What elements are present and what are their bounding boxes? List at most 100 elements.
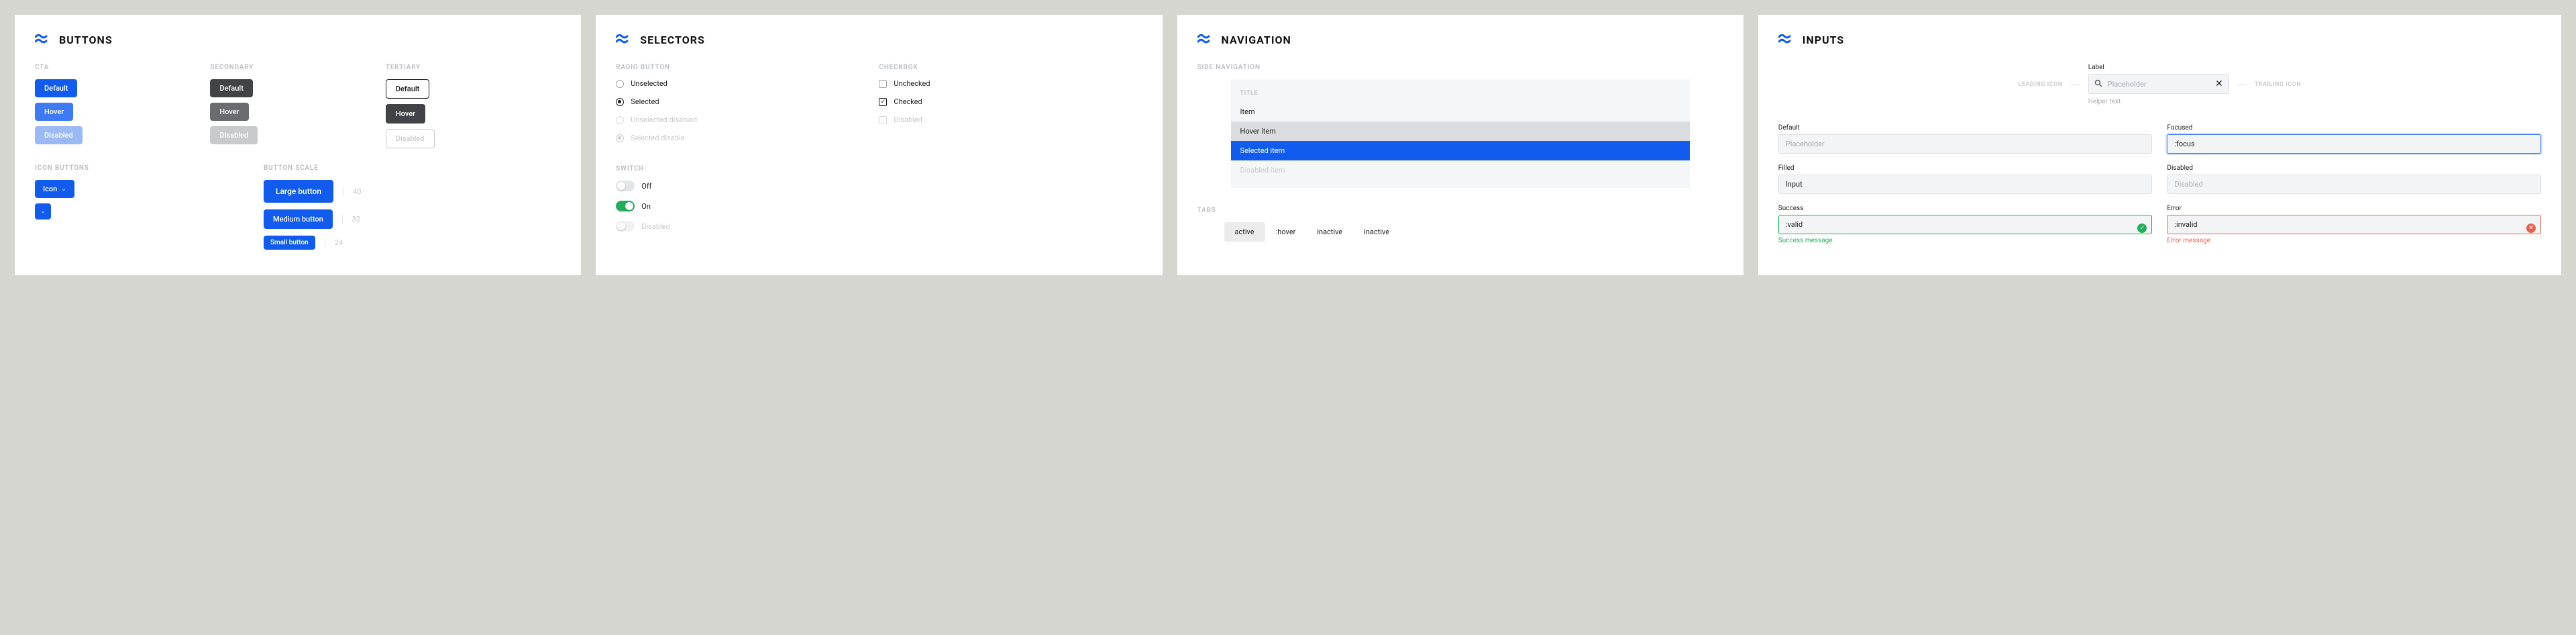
tab-inactive[interactable]: inactive [1353,222,1400,242]
field-label: Disabled [2167,164,2541,172]
nav-item-default[interactable]: Item [1231,102,1690,121]
checkbox-label: Disabled [894,115,922,124]
logo-icon [1778,34,1794,46]
tertiary-disabled-button: Disabled [386,129,435,148]
large-button[interactable]: Large button [264,180,333,203]
disabled-input [2167,175,2541,194]
selectors-card: SELECTORS RADIO BUTTON Unselected Select… [596,15,1162,275]
tab-inactive[interactable]: inactive [1306,222,1353,242]
focused-input[interactable] [2167,134,2541,154]
buttons-card: BUTTONS CTA Default Hover Disabled SECON… [15,15,581,275]
field-default: Default [1778,124,2153,154]
scale-large-value: 40 [343,187,361,196]
chevron-down-icon: ⌄ [61,186,66,193]
anatomy-input-field[interactable] [2108,80,2210,89]
nav-item-hover[interactable]: Hover item [1231,121,1690,141]
secondary-disabled-button: Disabled [210,126,258,144]
anno-trailing: TRAILING ICON [2255,81,2302,88]
field-filled: Filled [1778,164,2153,194]
anno-leading: LEADING ICON [2019,81,2063,88]
section-switch: SWITCH [616,165,1142,173]
section-button-scale: BUTTON SCALE [264,164,561,172]
card-header: NAVIGATION [1197,34,1723,46]
button-variants-row: CTA Default Hover Disabled SECONDARY Def… [35,64,561,164]
radio-label: Selected disable [631,134,684,142]
card-header: INPUTS [1778,34,2541,46]
checkbox-disabled: Disabled [879,115,1142,124]
tab-hover[interactable]: :hover [1265,222,1307,242]
chevron-down-icon: ⌄ [40,208,46,215]
radio-label: Selected [631,97,659,106]
switch-on[interactable]: On [616,201,1142,211]
cta-hover-button[interactable]: Hover [35,103,73,121]
tertiary-hover-button[interactable]: Hover [386,104,425,124]
success-message: Success message [1778,237,2153,244]
switch-label: On [641,202,651,211]
checkbox-checked[interactable]: ✓ Checked [879,97,1142,106]
anatomy-input[interactable]: ✕ [2088,74,2229,94]
error-message: Error message [2167,237,2541,244]
scale-small-value: 24 [325,238,343,247]
radio-label: Unselected [631,79,667,88]
inputs-grid: Default Focused Filled Disabled Success … [1778,124,2541,244]
cta-default-button[interactable]: Default [35,79,77,97]
section-tabs: TABS [1197,207,1723,214]
scale-medium-value: 32 [342,215,360,224]
field-label: Filled [1778,164,2153,172]
card-header: BUTTONS [35,34,561,46]
logo-icon [35,34,51,46]
field-label: Default [1778,124,2153,132]
medium-button[interactable]: Medium button [264,209,333,229]
default-input[interactable] [1778,134,2153,154]
radio-unselected[interactable]: Unselected [616,79,879,88]
section-side-nav: SIDE NAVIGATION [1197,64,1723,71]
icon-button-label: Icon [43,185,57,193]
section-icon-buttons: ICON BUTTONS [35,164,264,172]
secondary-hover-button[interactable]: Hover [210,103,248,121]
switch-off[interactable]: Off [616,181,1142,191]
card-title: BUTTONS [59,34,113,46]
small-button[interactable]: Small button [264,236,315,250]
cta-disabled-button: Disabled [35,126,83,144]
field-label: Error [2167,205,2541,212]
nav-item-selected[interactable]: Selected item [1231,141,1690,160]
error-input[interactable] [2167,215,2541,234]
radio-label: Unselected disabled [631,115,697,124]
radio-unselected-disabled: Unselected disabled [616,115,879,124]
tabs: active :hover inactive inactive [1224,222,1697,242]
icon-only-button[interactable]: ⌄ [35,203,51,219]
section-radio: RADIO BUTTON [616,64,879,71]
nav-item-disabled: Disabled item [1231,160,1690,180]
tertiary-default-button[interactable]: Default [386,79,429,99]
card-header: SELECTORS [616,34,1142,46]
side-nav: TITLE Item Hover item Selected item Disa… [1231,79,1690,188]
close-icon[interactable]: ✕ [2215,79,2223,89]
logo-icon [616,34,632,46]
anatomy-helper: Helper text [2088,98,2229,105]
anatomy-label: Label [2088,64,2229,71]
switch-disabled-icon [616,221,635,232]
secondary-default-button[interactable]: Default [210,79,252,97]
switch-label: Off [641,182,651,191]
checkbox-label: Checked [894,97,922,106]
field-success: Success ✓ Success message [1778,205,2153,244]
radio-selected-disabled: Selected disable [616,134,879,142]
section-cta: CTA [35,64,210,71]
tab-active[interactable]: active [1224,222,1265,242]
icon-text-button[interactable]: Icon ⌄ [35,180,74,198]
x-circle-icon: ✕ [2526,224,2536,233]
card-title: SELECTORS [640,34,705,46]
switch-off-icon [616,181,635,191]
checkbox-label: Unchecked [894,79,930,88]
section-checkbox: CHECKBOX [879,64,1142,71]
input-anatomy: LEADING ICON Label ✕ Helper text TRAILIN… [1778,64,2541,105]
checkbox-icon [879,80,887,88]
nav-title: TITLE [1231,87,1690,99]
success-input[interactable] [1778,215,2153,234]
field-focused: Focused [2167,124,2541,154]
checkbox-checked-icon: ✓ [879,98,887,106]
radio-checked-icon [616,98,624,106]
radio-selected[interactable]: Selected [616,97,879,106]
filled-input[interactable] [1778,175,2153,194]
checkbox-unchecked[interactable]: Unchecked [879,79,1142,88]
